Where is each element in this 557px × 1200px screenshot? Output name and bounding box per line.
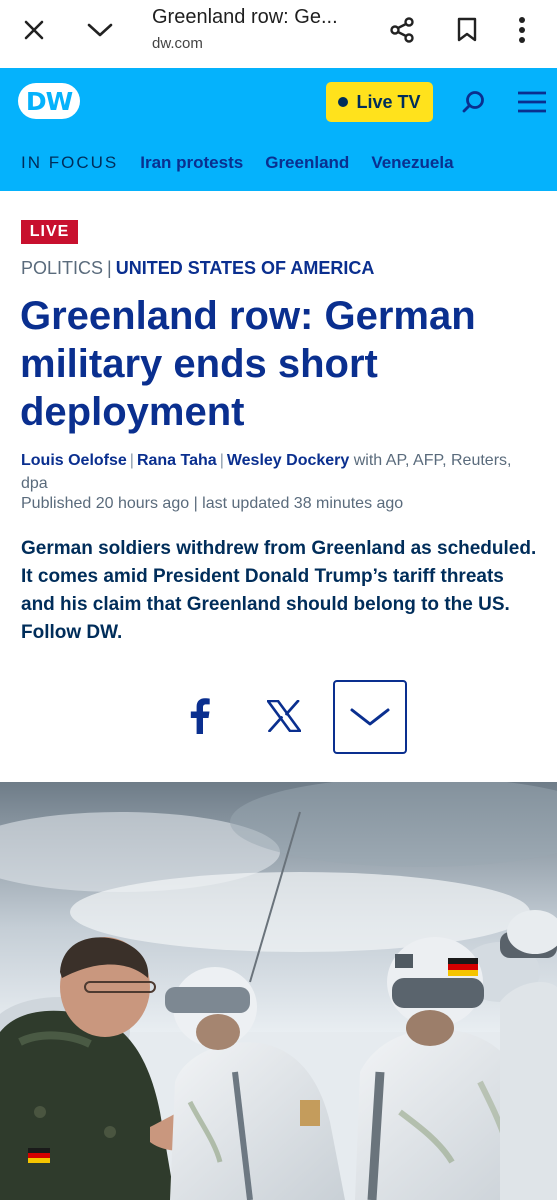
country-link[interactable]: UNITED STATES OF AMERICA xyxy=(116,258,375,278)
in-focus-label: IN FOCUS xyxy=(21,153,119,172)
breadcrumb-separator: | xyxy=(107,258,112,278)
browser-toolbar: Greenland row: Ge... dw.com xyxy=(0,0,557,68)
focus-link-iran-protests[interactable]: Iran protests xyxy=(140,153,243,173)
article-teaser: German soldiers withdrew from Greenland … xyxy=(21,538,537,643)
bookmark-icon xyxy=(457,17,477,42)
soldiers-photo xyxy=(0,782,557,1200)
close-icon xyxy=(24,20,44,40)
expand-toolbar-button[interactable] xyxy=(78,8,122,52)
focus-link-venezuela[interactable]: Venezuela xyxy=(371,153,453,173)
hamburger-icon xyxy=(518,91,546,113)
live-dot-icon xyxy=(338,97,349,107)
chevron-down-icon xyxy=(350,708,390,726)
more-vertical-icon xyxy=(519,17,525,43)
more-options-button[interactable] xyxy=(502,8,542,52)
article-headline: Greenland row: German military ends shor… xyxy=(20,294,476,434)
page-domain: dw.com xyxy=(152,35,203,52)
menu-button[interactable] xyxy=(512,82,552,122)
author-link[interactable]: Wesley Dockery xyxy=(227,452,349,469)
live-badge: LIVE xyxy=(21,220,78,244)
share-x-button[interactable] xyxy=(264,696,304,736)
share-icon xyxy=(390,17,414,43)
author-link[interactable]: Louis Oelofse xyxy=(21,452,127,469)
search-icon xyxy=(462,91,484,113)
dw-logo[interactable]: DW xyxy=(18,83,80,119)
share-bar xyxy=(0,680,557,754)
live-tv-button[interactable]: Live TV xyxy=(326,82,433,122)
publish-date: Published 20 hours ago | last updated 38… xyxy=(21,495,404,512)
in-focus-nav: IN FOCUS Iran protests Greenland Venezue… xyxy=(0,148,557,178)
share-button[interactable] xyxy=(380,8,424,52)
live-tv-label: Live TV xyxy=(356,91,421,112)
chevron-down-icon xyxy=(87,23,113,37)
page-title: Greenland row: Ge... xyxy=(152,6,338,28)
facebook-icon xyxy=(190,698,210,734)
focus-link-greenland[interactable]: Greenland xyxy=(265,153,349,173)
bookmark-button[interactable] xyxy=(445,8,489,52)
byline: Louis Oelofse | Rana Taha | Wesley Dockery w… xyxy=(21,452,512,492)
category-link[interactable]: POLITICS xyxy=(21,258,103,278)
share-facebook-button[interactable] xyxy=(180,696,220,736)
logo-text: DW xyxy=(25,86,73,116)
close-tab-button[interactable] xyxy=(12,8,56,52)
x-icon xyxy=(267,700,301,732)
share-more-button[interactable] xyxy=(333,680,407,754)
search-button[interactable] xyxy=(454,82,494,122)
hero-image[interactable] xyxy=(0,782,557,1200)
author-link[interactable]: Rana Taha xyxy=(137,452,217,469)
breadcrumb: POLITICS | UNITED STATES OF AMERICA xyxy=(21,258,374,279)
